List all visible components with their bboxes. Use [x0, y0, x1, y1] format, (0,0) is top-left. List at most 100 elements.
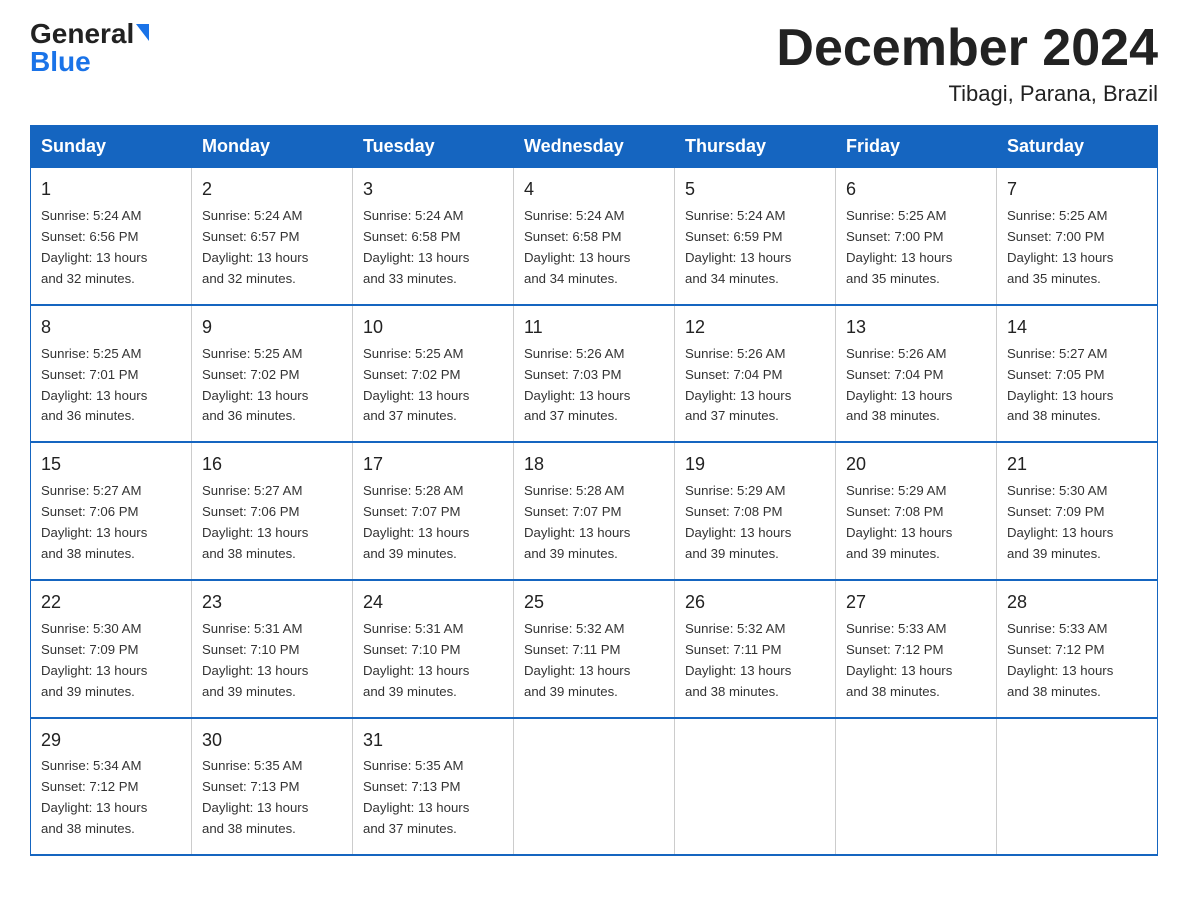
day-number: 18	[524, 451, 664, 479]
header-sunday: Sunday	[31, 126, 192, 168]
day-info: Sunrise: 5:29 AMSunset: 7:08 PMDaylight:…	[685, 483, 791, 561]
day-info: Sunrise: 5:25 AMSunset: 7:00 PMDaylight:…	[846, 208, 952, 286]
calendar-cell: 4 Sunrise: 5:24 AMSunset: 6:58 PMDaylight…	[514, 168, 675, 305]
page-header: General Blue December 2024 Tibagi, Paran…	[30, 20, 1158, 107]
header-friday: Friday	[836, 126, 997, 168]
calendar-cell: 17 Sunrise: 5:28 AMSunset: 7:07 PMDayligh…	[353, 442, 514, 580]
calendar-cell: 14Sunrise: 5:27 AMSunset: 7:05 PMDayligh…	[997, 305, 1158, 443]
day-number: 7	[1007, 176, 1147, 204]
day-number: 30	[202, 727, 342, 755]
header-tuesday: Tuesday	[353, 126, 514, 168]
calendar-week-row: 8 Sunrise: 5:25 AMSunset: 7:01 PMDaylight…	[31, 305, 1158, 443]
day-number: 21	[1007, 451, 1147, 479]
calendar-week-row: 29 Sunrise: 5:34 AMSunset: 7:12 PMDayligh…	[31, 718, 1158, 856]
logo-chevron-icon	[136, 24, 149, 41]
day-info: Sunrise: 5:24 AMSunset: 6:58 PMDaylight:…	[524, 208, 630, 286]
day-info: Sunrise: 5:27 AMSunset: 7:06 PMDaylight:…	[41, 483, 147, 561]
day-number: 22	[41, 589, 181, 617]
calendar-cell: 30 Sunrise: 5:35 AMSunset: 7:13 PMDayligh…	[192, 718, 353, 856]
day-number: 25	[524, 589, 664, 617]
calendar-cell	[514, 718, 675, 856]
calendar-cell: 22 Sunrise: 5:30 AMSunset: 7:09 PMDayligh…	[31, 580, 192, 718]
day-info: Sunrise: 5:25 AMSunset: 7:02 PMDaylight:…	[202, 346, 308, 424]
header-thursday: Thursday	[675, 126, 836, 168]
day-number: 12	[685, 314, 825, 342]
calendar-cell: 15 Sunrise: 5:27 AMSunset: 7:06 PMDayligh…	[31, 442, 192, 580]
calendar-week-row: 22 Sunrise: 5:30 AMSunset: 7:09 PMDayligh…	[31, 580, 1158, 718]
logo-blue-text: Blue	[30, 46, 91, 77]
day-info: Sunrise: 5:31 AMSunset: 7:10 PMDaylight:…	[363, 621, 469, 699]
day-number: 8	[41, 314, 181, 342]
calendar-cell: 8 Sunrise: 5:25 AMSunset: 7:01 PMDaylight…	[31, 305, 192, 443]
day-info: Sunrise: 5:27 AMSunset: 7:05 PMDaylight:…	[1007, 346, 1113, 424]
calendar-cell: 25Sunrise: 5:32 AMSunset: 7:11 PMDayligh…	[514, 580, 675, 718]
day-number: 9	[202, 314, 342, 342]
calendar-cell: 29 Sunrise: 5:34 AMSunset: 7:12 PMDayligh…	[31, 718, 192, 856]
calendar-cell: 18 Sunrise: 5:28 AMSunset: 7:07 PMDayligh…	[514, 442, 675, 580]
calendar-cell	[836, 718, 997, 856]
day-info: Sunrise: 5:28 AMSunset: 7:07 PMDaylight:…	[363, 483, 469, 561]
calendar-cell: 21Sunrise: 5:30 AMSunset: 7:09 PMDayligh…	[997, 442, 1158, 580]
day-number: 28	[1007, 589, 1147, 617]
calendar-cell: 27Sunrise: 5:33 AMSunset: 7:12 PMDayligh…	[836, 580, 997, 718]
day-info: Sunrise: 5:27 AMSunset: 7:06 PMDaylight:…	[202, 483, 308, 561]
calendar-cell: 31 Sunrise: 5:35 AMSunset: 7:13 PMDayligh…	[353, 718, 514, 856]
day-info: Sunrise: 5:32 AMSunset: 7:11 PMDaylight:…	[685, 621, 791, 699]
calendar-cell: 7 Sunrise: 5:25 AMSunset: 7:00 PMDaylight…	[997, 168, 1158, 305]
day-info: Sunrise: 5:35 AMSunset: 7:13 PMDaylight:…	[363, 758, 469, 836]
day-info: Sunrise: 5:33 AMSunset: 7:12 PMDaylight:…	[1007, 621, 1113, 699]
day-number: 3	[363, 176, 503, 204]
header-monday: Monday	[192, 126, 353, 168]
day-info: Sunrise: 5:24 AMSunset: 6:58 PMDaylight:…	[363, 208, 469, 286]
calendar-cell: 28 Sunrise: 5:33 AMSunset: 7:12 PMDayligh…	[997, 580, 1158, 718]
calendar-table: SundayMondayTuesdayWednesdayThursdayFrid…	[30, 125, 1158, 856]
day-info: Sunrise: 5:24 AMSunset: 6:59 PMDaylight:…	[685, 208, 791, 286]
calendar-cell: 16 Sunrise: 5:27 AMSunset: 7:06 PMDayligh…	[192, 442, 353, 580]
day-info: Sunrise: 5:29 AMSunset: 7:08 PMDaylight:…	[846, 483, 952, 561]
day-info: Sunrise: 5:24 AMSunset: 6:56 PMDaylight:…	[41, 208, 147, 286]
calendar-cell	[675, 718, 836, 856]
day-number: 15	[41, 451, 181, 479]
day-number: 16	[202, 451, 342, 479]
calendar-cell: 2Sunrise: 5:24 AMSunset: 6:57 PMDaylight…	[192, 168, 353, 305]
calendar-cell: 1Sunrise: 5:24 AMSunset: 6:56 PMDaylight…	[31, 168, 192, 305]
day-number: 4	[524, 176, 664, 204]
day-info: Sunrise: 5:30 AMSunset: 7:09 PMDaylight:…	[41, 621, 147, 699]
day-number: 17	[363, 451, 503, 479]
day-info: Sunrise: 5:26 AMSunset: 7:04 PMDaylight:…	[685, 346, 791, 424]
header-wednesday: Wednesday	[514, 126, 675, 168]
calendar-cell: 19 Sunrise: 5:29 AMSunset: 7:08 PMDayligh…	[675, 442, 836, 580]
day-number: 6	[846, 176, 986, 204]
day-number: 10	[363, 314, 503, 342]
logo: General Blue	[30, 20, 149, 76]
day-info: Sunrise: 5:26 AMSunset: 7:04 PMDaylight:…	[846, 346, 952, 424]
calendar-cell: 12 Sunrise: 5:26 AMSunset: 7:04 PMDayligh…	[675, 305, 836, 443]
day-number: 26	[685, 589, 825, 617]
calendar-cell: 20 Sunrise: 5:29 AMSunset: 7:08 PMDayligh…	[836, 442, 997, 580]
day-info: Sunrise: 5:25 AMSunset: 7:00 PMDaylight:…	[1007, 208, 1113, 286]
calendar-cell: 24Sunrise: 5:31 AMSunset: 7:10 PMDayligh…	[353, 580, 514, 718]
day-info: Sunrise: 5:28 AMSunset: 7:07 PMDaylight:…	[524, 483, 630, 561]
location-title: Tibagi, Parana, Brazil	[776, 81, 1158, 107]
calendar-cell: 3 Sunrise: 5:24 AMSunset: 6:58 PMDaylight…	[353, 168, 514, 305]
calendar-cell: 6 Sunrise: 5:25 AMSunset: 7:00 PMDaylight…	[836, 168, 997, 305]
day-number: 19	[685, 451, 825, 479]
header-saturday: Saturday	[997, 126, 1158, 168]
day-info: Sunrise: 5:25 AMSunset: 7:01 PMDaylight:…	[41, 346, 147, 424]
logo-general-text: General	[30, 20, 134, 48]
day-number: 13	[846, 314, 986, 342]
calendar-week-row: 1Sunrise: 5:24 AMSunset: 6:56 PMDaylight…	[31, 168, 1158, 305]
calendar-week-row: 15 Sunrise: 5:27 AMSunset: 7:06 PMDayligh…	[31, 442, 1158, 580]
day-info: Sunrise: 5:33 AMSunset: 7:12 PMDaylight:…	[846, 621, 952, 699]
day-info: Sunrise: 5:31 AMSunset: 7:10 PMDaylight:…	[202, 621, 308, 699]
title-area: December 2024 Tibagi, Parana, Brazil	[776, 20, 1158, 107]
day-info: Sunrise: 5:35 AMSunset: 7:13 PMDaylight:…	[202, 758, 308, 836]
day-number: 20	[846, 451, 986, 479]
day-number: 31	[363, 727, 503, 755]
calendar-cell: 11Sunrise: 5:26 AMSunset: 7:03 PMDayligh…	[514, 305, 675, 443]
day-info: Sunrise: 5:34 AMSunset: 7:12 PMDaylight:…	[41, 758, 147, 836]
calendar-cell	[997, 718, 1158, 856]
day-number: 2	[202, 176, 342, 204]
day-number: 29	[41, 727, 181, 755]
calendar-cell: 9 Sunrise: 5:25 AMSunset: 7:02 PMDaylight…	[192, 305, 353, 443]
